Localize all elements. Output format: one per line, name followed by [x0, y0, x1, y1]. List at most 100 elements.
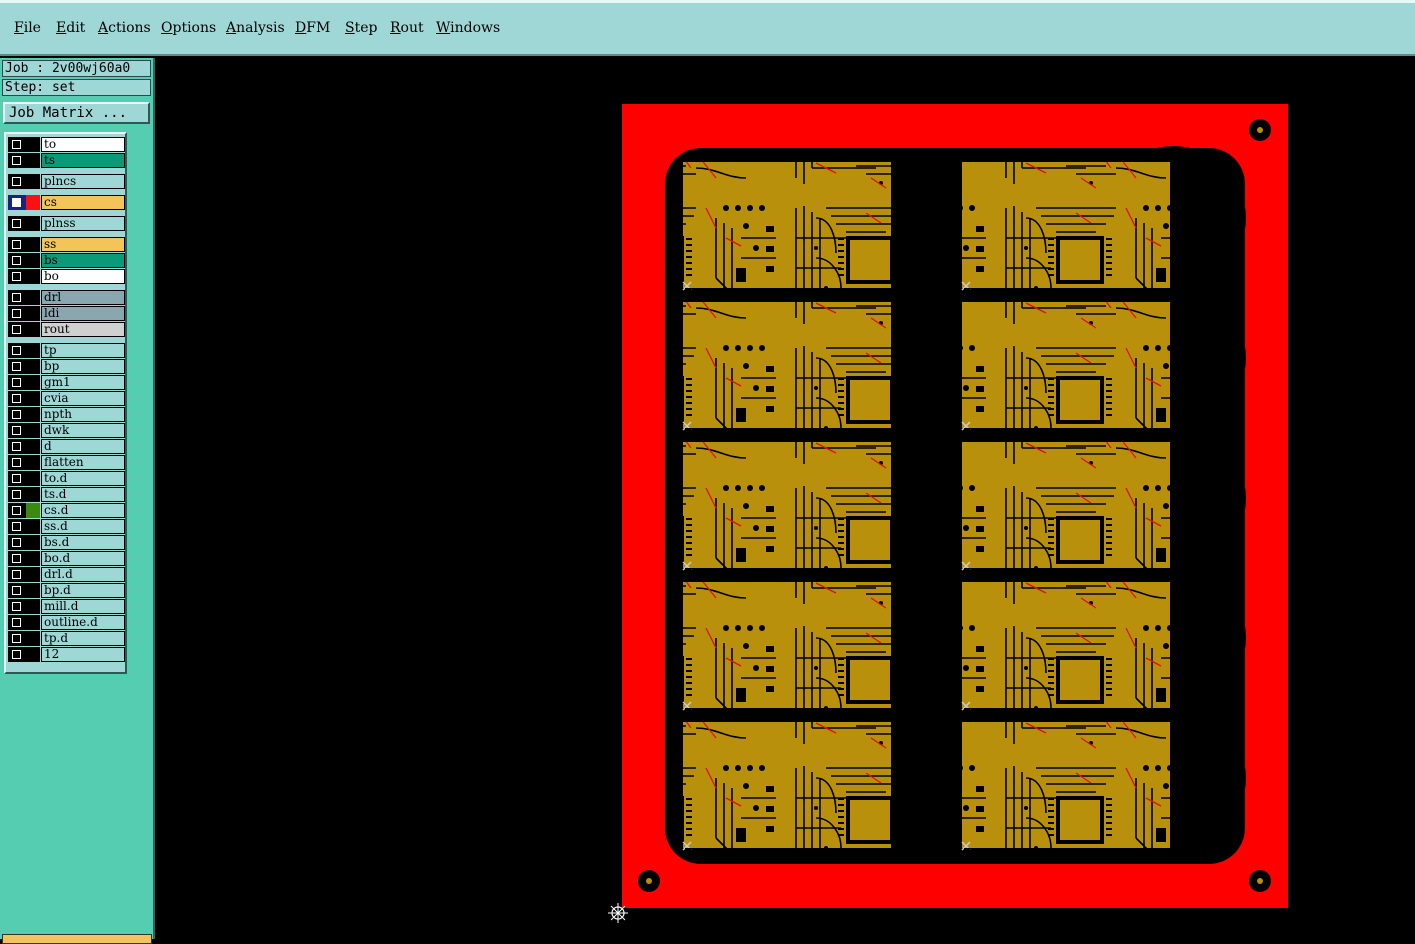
layer-color-swatch[interactable]	[26, 153, 40, 168]
layer-color-swatch[interactable]	[26, 322, 40, 337]
layer-name[interactable]: ss.d	[41, 519, 125, 534]
layer-color-swatch[interactable]	[26, 631, 40, 646]
layer-row-tp[interactable]: tp	[8, 343, 125, 358]
layer-color-swatch[interactable]	[26, 519, 40, 534]
layer-name[interactable]: drl.d	[41, 567, 125, 582]
layer-color-swatch[interactable]	[26, 306, 40, 321]
layer-name[interactable]: outline.d	[41, 615, 125, 630]
layer-row-12[interactable]: 12	[8, 647, 125, 662]
layer-color-swatch[interactable]	[26, 375, 40, 390]
layer-checkbox[interactable]	[8, 567, 26, 582]
menu-actions[interactable]: Actions	[98, 20, 151, 36]
layer-checkbox[interactable]	[8, 153, 26, 168]
layer-color-swatch[interactable]	[26, 615, 40, 630]
layer-color-swatch[interactable]	[26, 423, 40, 438]
layer-row-flatten[interactable]: flatten	[8, 455, 125, 470]
layer-checkbox[interactable]	[8, 237, 26, 252]
layer-color-swatch[interactable]	[26, 503, 40, 518]
layer-color-swatch[interactable]	[26, 455, 40, 470]
layer-checkbox[interactable]	[8, 407, 26, 422]
layer-row-d[interactable]: d	[8, 439, 125, 454]
layer-color-swatch[interactable]	[26, 195, 40, 210]
layer-checkbox[interactable]	[8, 615, 26, 630]
layer-row-to-d[interactable]: to.d	[8, 471, 125, 486]
layer-checkbox[interactable]	[8, 455, 26, 470]
layer-color-swatch[interactable]	[26, 391, 40, 406]
menu-rout[interactable]: Rout	[390, 20, 424, 36]
layer-checkbox[interactable]	[8, 269, 26, 284]
layer-color-swatch[interactable]	[26, 487, 40, 502]
layer-color-swatch[interactable]	[26, 216, 40, 231]
layer-checkbox[interactable]	[8, 195, 26, 210]
layer-name[interactable]: d	[41, 439, 125, 454]
layer-color-swatch[interactable]	[26, 237, 40, 252]
layer-color-swatch[interactable]	[26, 647, 40, 662]
layer-color-swatch[interactable]	[26, 599, 40, 614]
menu-edit[interactable]: Edit	[56, 20, 85, 36]
layer-name[interactable]: plnss	[41, 216, 125, 231]
layer-row-bp[interactable]: bp	[8, 359, 125, 374]
layer-name[interactable]: tp.d	[41, 631, 125, 646]
layer-color-swatch[interactable]	[26, 174, 40, 189]
layer-checkbox[interactable]	[8, 551, 26, 566]
layer-checkbox[interactable]	[8, 375, 26, 390]
graphics-canvas[interactable]	[156, 58, 1415, 939]
layer-checkbox[interactable]	[8, 391, 26, 406]
menu-step[interactable]: Step	[345, 20, 377, 36]
menu-analysis[interactable]: Analysis	[226, 20, 285, 36]
layer-name[interactable]: ts.d	[41, 487, 125, 502]
layer-checkbox[interactable]	[8, 439, 26, 454]
layer-checkbox[interactable]	[8, 599, 26, 614]
layer-name[interactable]: to.d	[41, 471, 125, 486]
layer-row-bo-d[interactable]: bo.d	[8, 551, 125, 566]
layer-name[interactable]: cvia	[41, 391, 125, 406]
layer-row-cs[interactable]: cs	[8, 195, 125, 210]
layer-name[interactable]: to	[41, 137, 125, 152]
layer-row-bo[interactable]: bo	[8, 269, 125, 284]
layer-checkbox[interactable]	[8, 322, 26, 337]
layer-name[interactable]: ldi	[41, 306, 125, 321]
layer-name[interactable]: bp.d	[41, 583, 125, 598]
layer-checkbox[interactable]	[8, 137, 26, 152]
layer-checkbox[interactable]	[8, 487, 26, 502]
layer-name[interactable]: rout	[41, 322, 125, 337]
layer-color-swatch[interactable]	[26, 439, 40, 454]
layer-checkbox[interactable]	[8, 253, 26, 268]
layer-row-tp-d[interactable]: tp.d	[8, 631, 125, 646]
layer-name[interactable]: drl	[41, 290, 125, 305]
layer-row-rout[interactable]: rout	[8, 322, 125, 337]
layer-row-ts-d[interactable]: ts.d	[8, 487, 125, 502]
layer-color-swatch[interactable]	[26, 290, 40, 305]
layer-name[interactable]: dwk	[41, 423, 125, 438]
menu-windows[interactable]: Windows	[436, 20, 500, 36]
layer-row-outline-d[interactable]: outline.d	[8, 615, 125, 630]
layer-color-swatch[interactable]	[26, 567, 40, 582]
layer-checkbox[interactable]	[8, 359, 26, 374]
layer-row-cvia[interactable]: cvia	[8, 391, 125, 406]
layer-name[interactable]: flatten	[41, 455, 125, 470]
layer-row-plncs[interactable]: plncs	[8, 174, 125, 189]
layer-color-swatch[interactable]	[26, 269, 40, 284]
layer-row-ss[interactable]: ss	[8, 237, 125, 252]
layer-row-gm1[interactable]: gm1	[8, 375, 125, 390]
layer-row-bp-d[interactable]: bp.d	[8, 583, 125, 598]
layer-checkbox[interactable]	[8, 423, 26, 438]
layer-row-plnss[interactable]: plnss	[8, 216, 125, 231]
layer-color-swatch[interactable]	[26, 583, 40, 598]
layer-checkbox[interactable]	[8, 343, 26, 358]
layer-name[interactable]: ts	[41, 153, 125, 168]
layer-color-swatch[interactable]	[26, 359, 40, 374]
layer-checkbox[interactable]	[8, 519, 26, 534]
layer-checkbox[interactable]	[8, 535, 26, 550]
layer-name[interactable]: 12	[41, 647, 125, 662]
layer-checkbox[interactable]	[8, 647, 26, 662]
layer-checkbox[interactable]	[8, 471, 26, 486]
layer-color-swatch[interactable]	[26, 343, 40, 358]
menu-dfm[interactable]: DFM	[295, 20, 330, 36]
layer-row-ss-d[interactable]: ss.d	[8, 519, 125, 534]
layer-name[interactable]: plncs	[41, 174, 125, 189]
job-matrix-button[interactable]: Job Matrix ...	[3, 102, 150, 124]
layer-row-dwk[interactable]: dwk	[8, 423, 125, 438]
layer-color-swatch[interactable]	[26, 535, 40, 550]
pcb-panel-view[interactable]	[156, 58, 1415, 939]
